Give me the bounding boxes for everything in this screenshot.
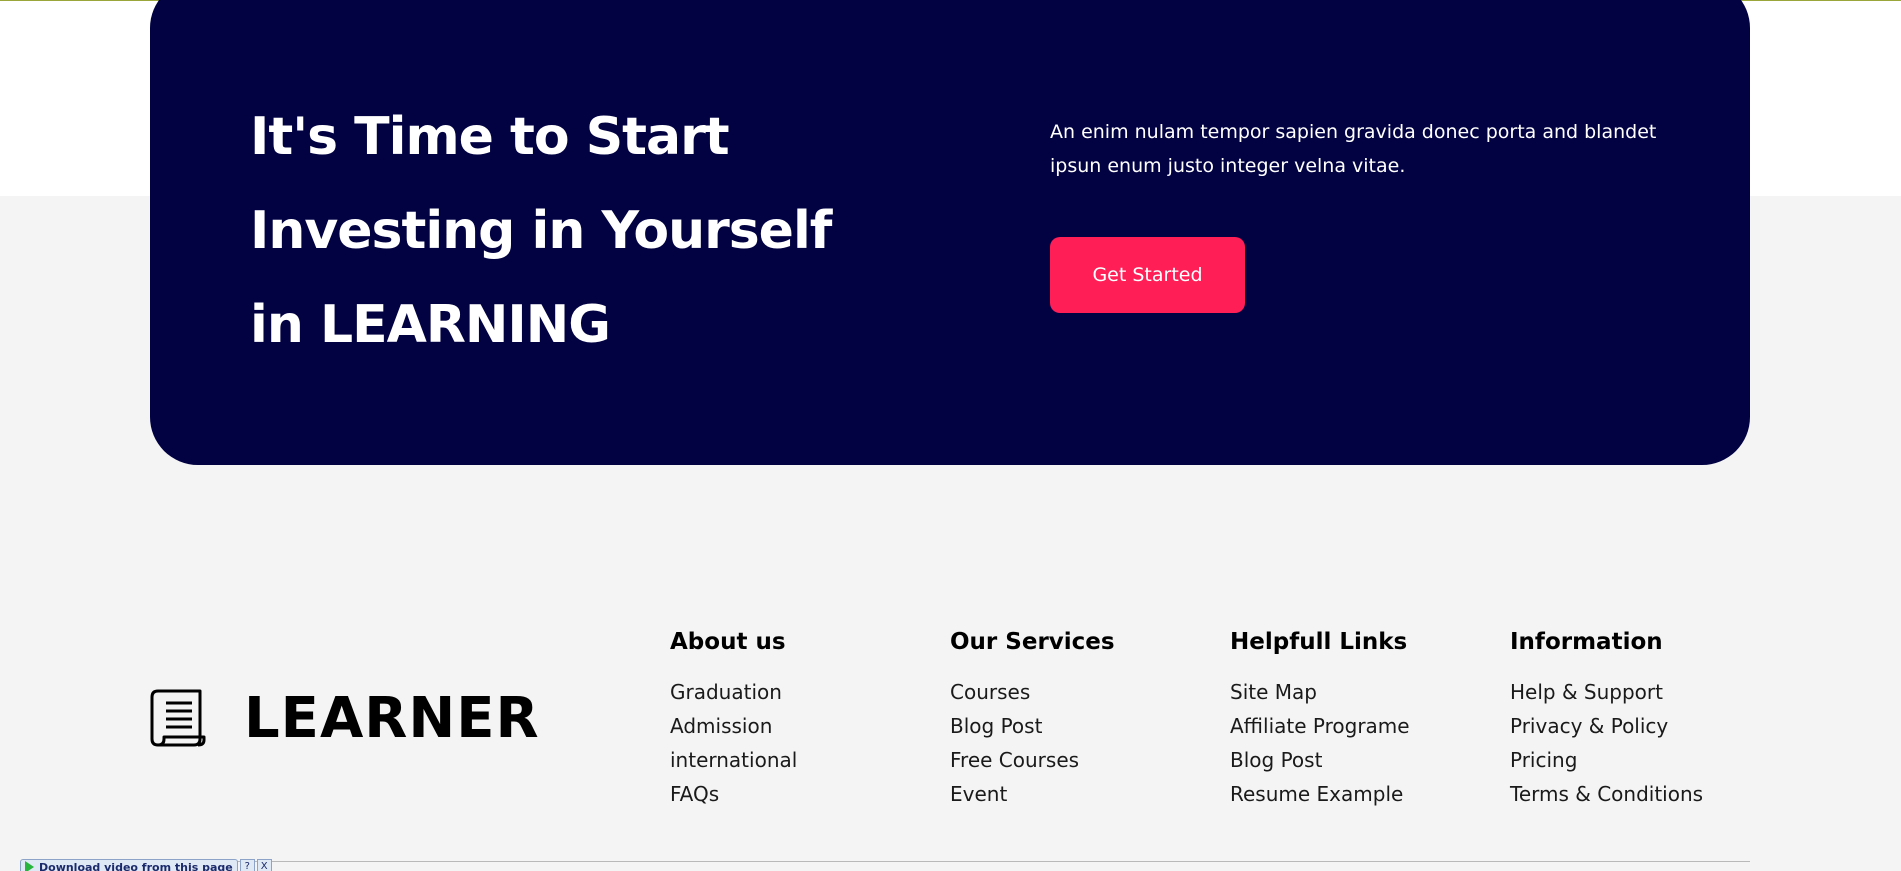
footer-column-title: Helpfull Links — [1230, 625, 1500, 659]
footer-column-about-us: About us Graduation Admission internatio… — [670, 625, 940, 811]
footer-link-pricing[interactable]: Pricing — [1510, 743, 1780, 777]
footer-divider — [150, 861, 1750, 862]
get-started-button[interactable]: Get Started — [1050, 237, 1245, 313]
footer-link-affiliate-programe[interactable]: Affiliate Programe — [1230, 709, 1500, 743]
footer-link-courses[interactable]: Courses — [950, 675, 1220, 709]
footer-column-title: Information — [1510, 625, 1780, 659]
footer-column-our-services: Our Services Courses Blog Post Free Cour… — [950, 625, 1220, 811]
help-button[interactable]: ? — [240, 859, 255, 871]
footer-column-title: Our Services — [950, 625, 1220, 659]
footer-link-privacy-policy[interactable]: Privacy & Policy — [1510, 709, 1780, 743]
footer-link-help-support[interactable]: Help & Support — [1510, 675, 1780, 709]
scroll-document-icon — [148, 687, 206, 749]
footer-link-admission[interactable]: Admission — [670, 709, 940, 743]
footer-link-site-map[interactable]: Site Map — [1230, 675, 1500, 709]
footer-link-international[interactable]: international — [670, 743, 940, 777]
footer-column-information: Information Help & Support Privacy & Pol… — [1510, 625, 1780, 811]
brand-name: LEARNER — [244, 686, 540, 751]
footer-brand[interactable]: LEARNER — [148, 678, 540, 758]
footer-link-list: Courses Blog Post Free Courses Event — [950, 675, 1220, 811]
cta-heading-line-1: It's Time to Start — [250, 90, 890, 184]
footer-column-helpfull-links: Helpfull Links Site Map Affiliate Progra… — [1230, 625, 1500, 811]
footer-link-event[interactable]: Event — [950, 777, 1220, 811]
footer-column-title: About us — [670, 625, 940, 659]
footer-link-faqs[interactable]: FAQs — [670, 777, 940, 811]
download-video-button[interactable]: Download video from this page — [20, 859, 238, 871]
cta-heading: It's Time to Start Investing in Yourself… — [250, 90, 890, 372]
cta-description: An enim nulam tempor sapien gravida done… — [1050, 115, 1670, 183]
footer-link-graduation[interactable]: Graduation — [670, 675, 940, 709]
cta-heading-line-2: Investing in Yourself — [250, 184, 890, 278]
cta-banner: It's Time to Start Investing in Yourself… — [150, 0, 1750, 465]
footer-link-blog-post[interactable]: Blog Post — [950, 709, 1220, 743]
play-icon — [25, 861, 34, 871]
footer-link-resume-example[interactable]: Resume Example — [1230, 777, 1500, 811]
footer-link-list: Graduation Admission international FAQs — [670, 675, 940, 811]
close-button[interactable]: X — [257, 859, 272, 871]
footer-link-list: Help & Support Privacy & Policy Pricing … — [1510, 675, 1780, 811]
footer-link-free-courses[interactable]: Free Courses — [950, 743, 1220, 777]
download-video-label: Download video from this page — [39, 861, 233, 871]
footer-link-terms-conditions[interactable]: Terms & Conditions — [1510, 777, 1780, 811]
cta-heading-line-3: in LEARNING — [250, 278, 890, 372]
download-video-toolbar: Download video from this page ? X — [20, 859, 272, 871]
footer-link-blog-post[interactable]: Blog Post — [1230, 743, 1500, 777]
footer-link-list: Site Map Affiliate Programe Blog Post Re… — [1230, 675, 1500, 811]
